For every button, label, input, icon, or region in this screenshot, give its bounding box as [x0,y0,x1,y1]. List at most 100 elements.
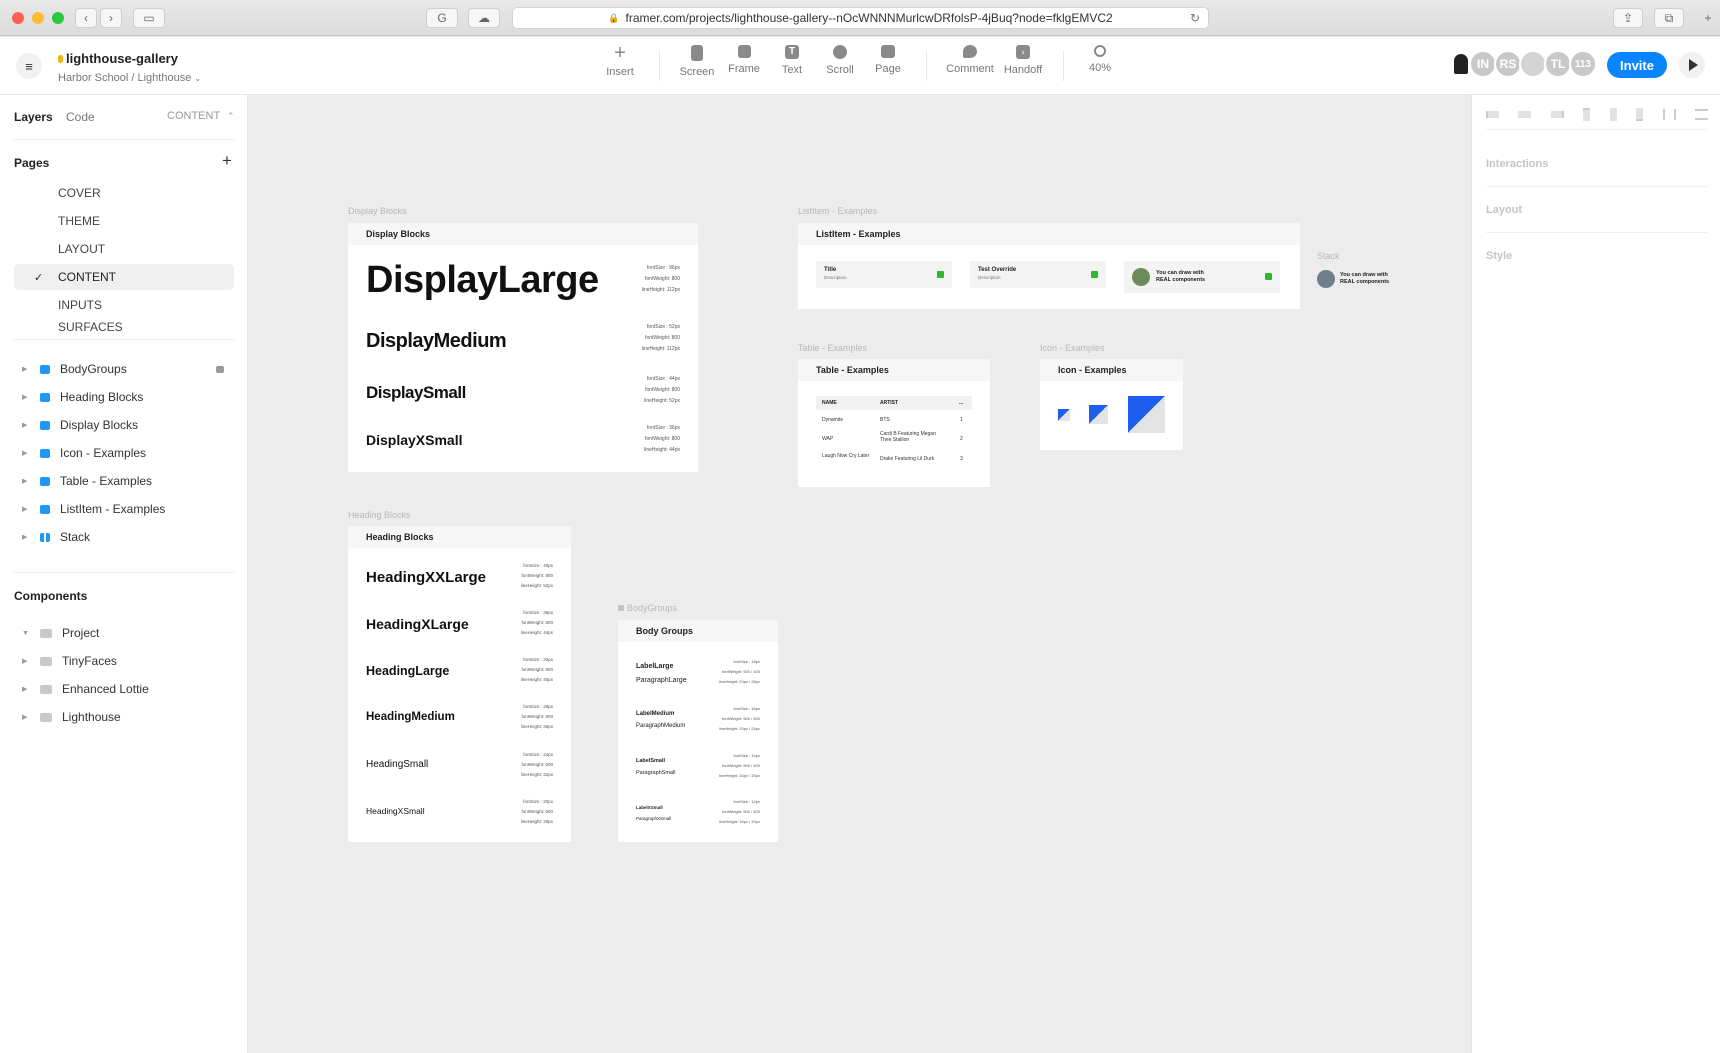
align-bottom-icon[interactable] [1636,107,1644,121]
project-title[interactable]: lighthouse-gallery [58,50,178,68]
tool-page[interactable]: Page [858,45,918,75]
caret-right-icon[interactable]: ▶ [22,421,34,429]
section-style[interactable]: Style [1486,250,1512,262]
address-bar[interactable]: 🔒 framer.com/projects/lighthouse-gallery… [512,7,1209,29]
align-middle-icon[interactable] [1609,107,1617,121]
list-item[interactable]: Test Override Description [970,261,1106,288]
checkbox-checked-icon[interactable] [1091,271,1098,278]
cloud-icon[interactable]: ☁ [468,8,500,28]
add-page-icon[interactable]: + [222,151,232,171]
frame-label-icon-examples[interactable]: Icon - Examples [1040,343,1105,353]
caret-right-icon[interactable]: ▶ [22,657,34,665]
table-row[interactable]: WAP Cardi B Featuring Megan Thee Stallio… [816,430,972,450]
tool-insert[interactable]: + Insert [590,43,650,78]
tabs-icon[interactable]: ⧉ [1654,8,1684,28]
frame-icon-examples[interactable]: Icon - Examples [1040,359,1183,450]
caret-right-icon[interactable]: ▶ [22,449,34,457]
component-folder[interactable]: ▶ Lighthouse [14,704,234,730]
list-item[interactable]: Title Description [816,261,952,288]
table-row[interactable]: Laugh Now Cry Later Drake Featuring Lil … [816,452,972,472]
layer-item[interactable]: ▶ Heading Blocks [14,384,234,410]
extension-icon[interactable]: G [426,8,458,28]
caret-right-icon[interactable]: ▶ [22,393,34,401]
collaborator-count[interactable]: 113 [1569,50,1597,78]
section-interactions[interactable]: Interactions [1486,158,1548,170]
align-right-icon[interactable] [1550,110,1564,118]
new-tab-icon[interactable]: + [1698,8,1718,28]
distribute-h-icon[interactable] [1662,108,1676,120]
caret-right-icon[interactable]: ▶ [22,713,34,721]
reload-icon[interactable]: ↻ [1190,11,1200,25]
stack-frame[interactable]: You can draw with REAL components [1317,268,1407,290]
close-window-button[interactable] [12,12,24,24]
back-icon[interactable]: ‹ [75,8,97,28]
zoom-control[interactable]: 40% [1070,45,1130,74]
caret-right-icon[interactable]: ▶ [22,533,34,541]
align-top-icon[interactable] [1583,107,1591,121]
page-selector[interactable]: CONTENT ⌃ [167,110,235,122]
frame-label-listitem-examples[interactable]: ListItem - Examples [798,206,877,216]
search-icon [1094,45,1106,57]
menu-button[interactable]: ≡ [16,53,42,79]
collaborator-avatar-in[interactable]: IN [1469,50,1497,78]
frame-label-heading-blocks[interactable]: Heading Blocks [348,510,411,520]
page-item-surfaces[interactable]: SURFACES [14,320,234,334]
frame-listitem-examples[interactable]: ListItem - Examples Title Description Te… [798,223,1300,309]
frame-label-stack[interactable]: Stack [1317,251,1340,261]
canvas[interactable]: Display Blocks Display Blocks DisplayLar… [248,95,1471,1053]
collaborator-avatar-rs[interactable]: RS [1494,50,1522,78]
spec-text: fontSize : 36px fontWeight: 800 lineHeight… [644,425,680,453]
frame-table-examples[interactable]: Table - Examples NAME ARTIST ... Dynamit… [798,359,990,487]
list-item[interactable]: You can draw with REAL components [1124,261,1280,293]
page-item-layout[interactable]: LAYOUT [14,236,234,262]
forward-icon[interactable]: › [100,8,122,28]
caret-right-icon[interactable]: ▶ [22,477,34,485]
frame-label-body-groups[interactable]: BodyGroups [618,603,677,613]
caret-right-icon[interactable]: ▶ [22,685,34,693]
caret-right-icon[interactable]: ▶ [22,505,34,513]
component-folder[interactable]: ▶ Enhanced Lottie [14,676,234,702]
align-left-icon[interactable] [1486,110,1499,118]
layer-item[interactable]: ▶ Icon - Examples [14,440,234,466]
component-folder[interactable]: ▼ Project [14,620,234,646]
layer-item[interactable]: ▶ ListItem - Examples [14,496,234,522]
frame-heading-blocks[interactable]: Heading Blocks HeadingXXLarge fontSize :… [348,526,571,842]
layer-item[interactable]: ▶ Table - Examples [14,468,234,494]
project-breadcrumb[interactable]: Harbor School / Lighthouse ⌄ [58,72,201,84]
page-item-content[interactable]: ✓ CONTENT [14,264,234,290]
sidebar-toggle-icon[interactable]: ▭ [133,8,165,28]
collaborator-avatar-tl[interactable]: TL [1544,50,1572,78]
frame-label-display-blocks[interactable]: Display Blocks [348,206,407,216]
zoom-window-button[interactable] [52,12,64,24]
component-folder[interactable]: ▶ TinyFaces [14,648,234,674]
right-panel: Interactions Layout Style [1471,95,1720,1053]
checkbox-checked-icon[interactable] [1265,273,1272,280]
caret-down-icon[interactable]: ▼ [22,630,34,637]
frame-label-table-examples[interactable]: Table - Examples [798,343,867,353]
minimize-window-button[interactable] [32,12,44,24]
page-item-inputs[interactable]: INPUTS [14,292,234,318]
spec-text: fontSize : 96px fontWeight: 800 lineHeight… [641,265,680,293]
page-item-cover[interactable]: COVER [14,180,234,206]
table-row[interactable]: Dynamite BTS 1 [816,414,972,428]
tool-comment[interactable]: Comment [940,45,1000,75]
tab-layers[interactable]: Layers [14,110,53,124]
checkbox-checked-icon[interactable] [937,271,944,278]
distribute-v-icon[interactable] [1694,108,1708,120]
body-group-item: LabelLarge ParagraphLarge [636,663,687,684]
page-item-theme[interactable]: THEME [14,208,234,234]
tab-code[interactable]: Code [66,110,95,124]
align-center-h-icon[interactable] [1518,110,1532,118]
layer-item[interactable]: ▶ Display Blocks [14,412,234,438]
layer-item[interactable]: ▶ Stack [14,524,234,550]
collaborator-avatar[interactable] [1519,50,1547,78]
layer-item[interactable]: ▶ BodyGroups [14,356,234,382]
preview-play-button[interactable] [1679,52,1705,78]
tool-handoff[interactable]: › Handoff [993,45,1053,76]
caret-right-icon[interactable]: ▶ [22,365,34,373]
section-layout[interactable]: Layout [1486,204,1522,216]
frame-body-groups[interactable]: Body Groups LabelLarge ParagraphLarge fon… [618,620,778,842]
invite-button[interactable]: Invite [1607,52,1667,78]
share-icon[interactable]: ⇪ [1613,8,1643,28]
frame-display-blocks[interactable]: Display Blocks DisplayLarge fontSize : 9… [348,223,698,472]
